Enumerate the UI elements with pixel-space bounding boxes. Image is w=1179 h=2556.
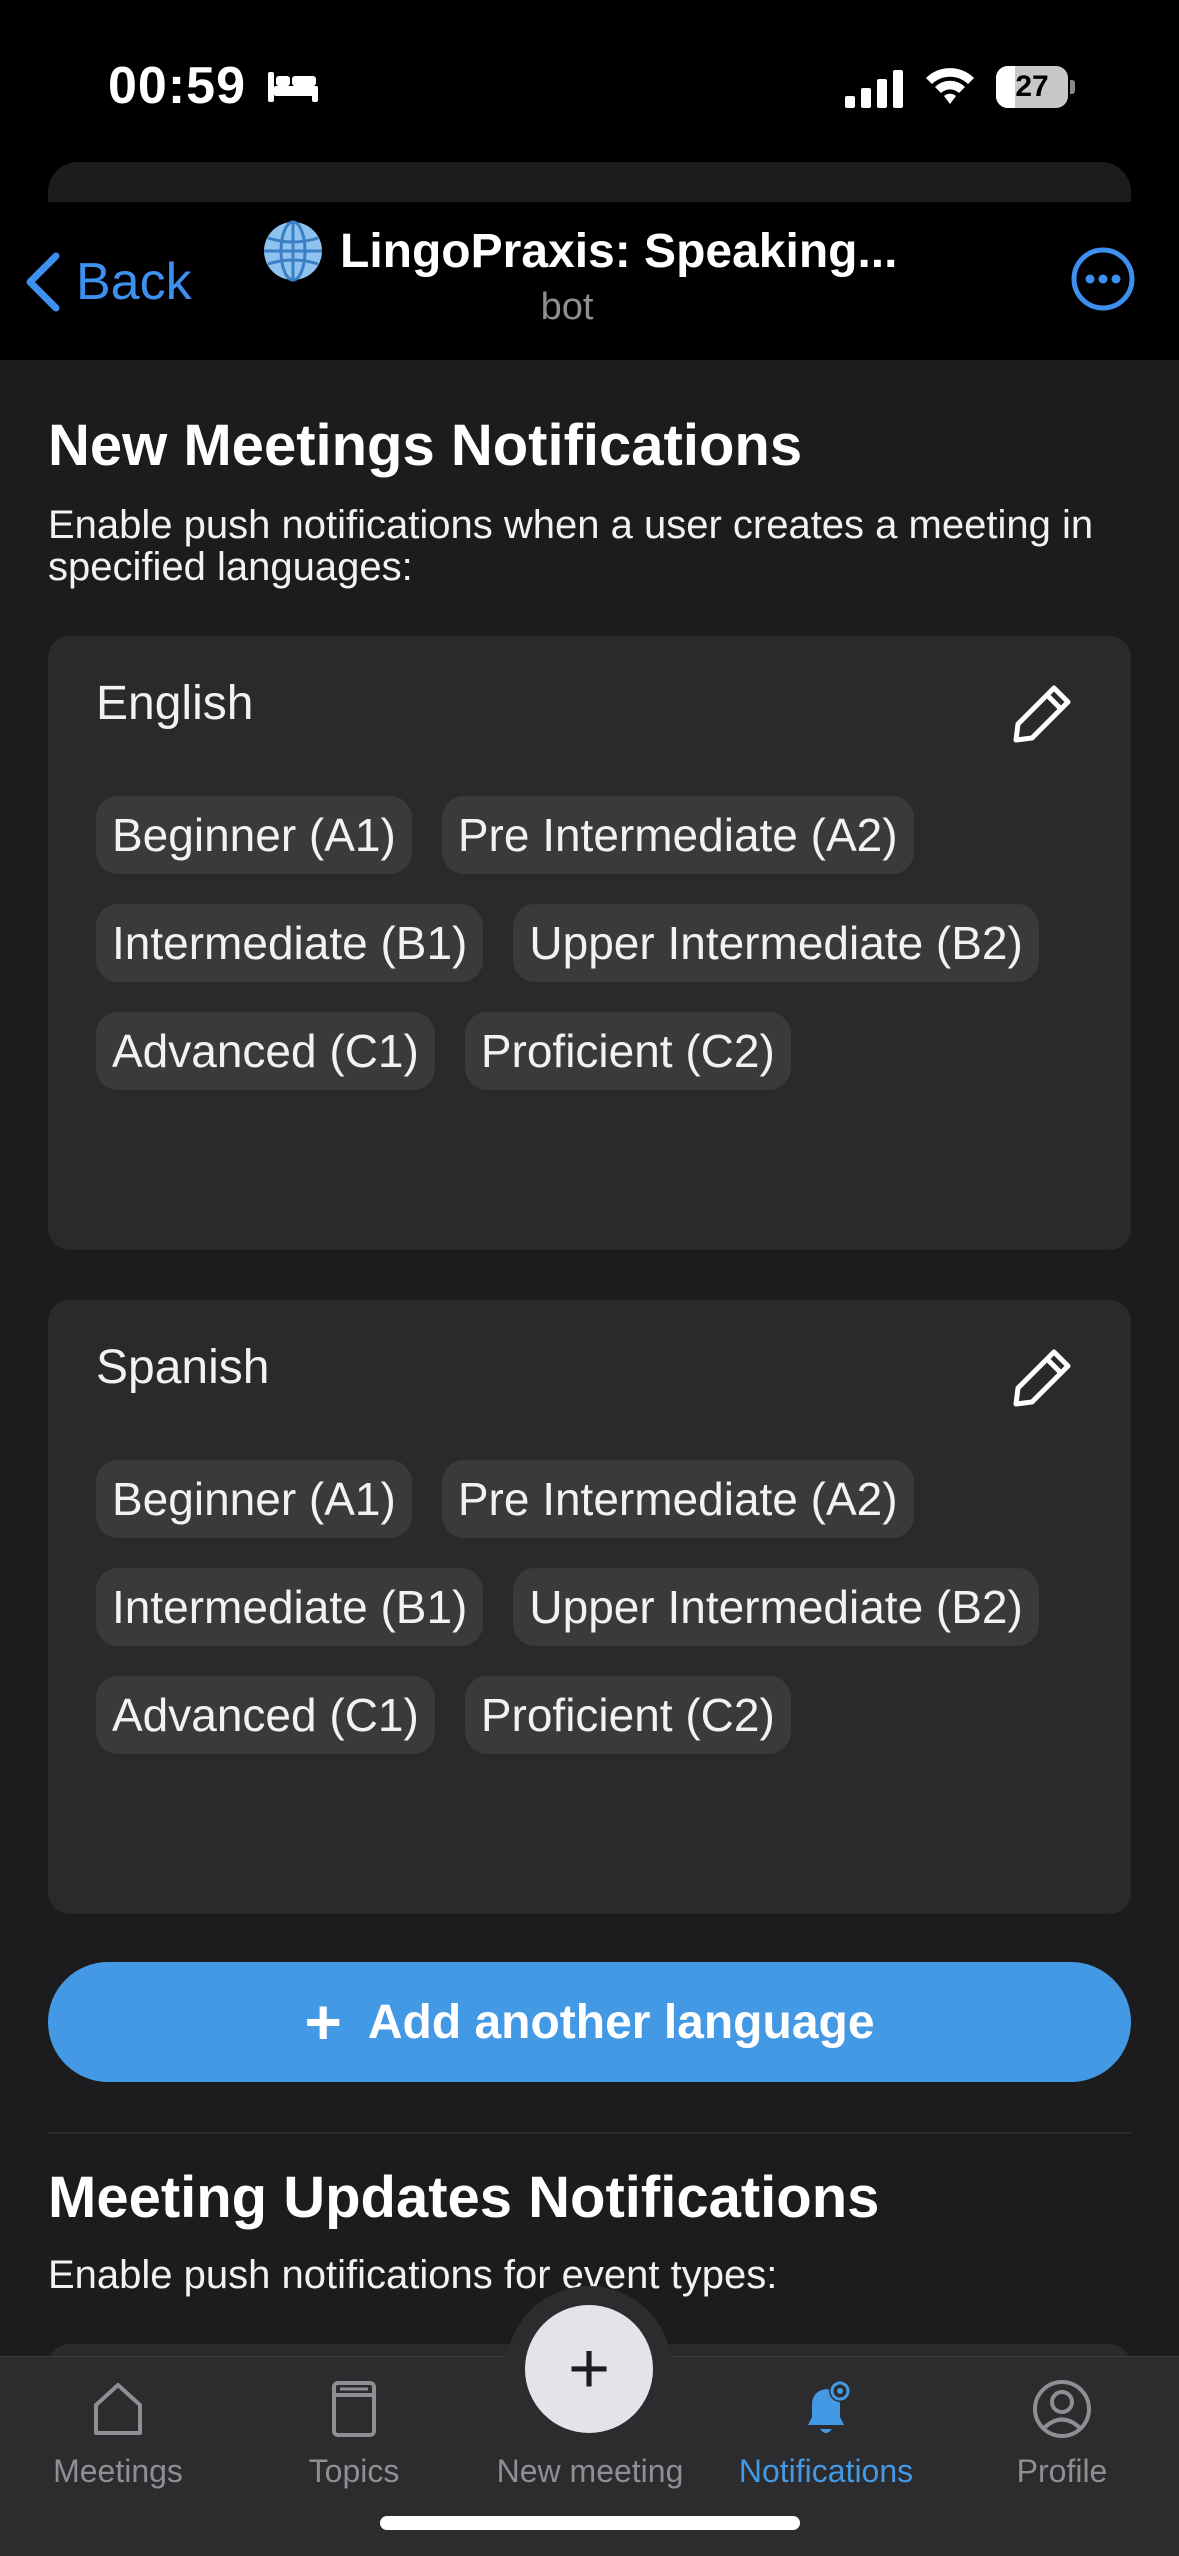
add-language-label: Add another language [367,1995,875,2049]
bot-subtitle: bot [540,286,594,328]
level-chip[interactable]: Proficient (C2) [464,1676,791,1754]
section-divider [48,2132,1131,2134]
level-chip[interactable]: Pre Intermediate (A2) [441,796,914,874]
section-description: Enable push notifications when a user cr… [48,503,1094,589]
plus-icon: + [304,1986,342,2058]
sheet-handle [48,162,1131,202]
tab-meetings[interactable]: Meetings [0,2377,236,2490]
bot-header: Back LingoPraxis: Speaking... bot [0,150,1179,360]
tab-label: Meetings [53,2453,183,2489]
level-chip[interactable]: Advanced (C1) [96,1676,435,1754]
battery-icon: 27 [996,66,1076,108]
level-chips: Beginner (A1) Pre Intermediate (A2) Inte… [96,796,1096,1090]
level-chip[interactable]: Intermediate (B1) [96,1568,484,1646]
cellular-signal-icon [845,70,903,108]
new-meeting-button[interactable]: + [525,2305,653,2433]
home-indicator [380,2516,800,2530]
book-icon [332,2381,376,2437]
level-chip[interactable]: Pre Intermediate (A2) [441,1460,914,1538]
bed-icon [268,72,318,102]
tab-label: Profile [1016,2453,1108,2489]
level-chip[interactable]: Intermediate (B1) [96,904,484,982]
bell-gear-icon [808,2380,851,2433]
level-chip[interactable]: Beginner (A1) [96,1460,412,1538]
level-chip[interactable]: Beginner (A1) [96,796,412,874]
status-time: 00:59 [108,57,246,115]
home-icon [94,2383,142,2435]
level-chip[interactable]: Upper Intermediate (B2) [513,1568,1039,1646]
tab-notifications[interactable]: Notifications [708,2377,944,2490]
pencil-icon[interactable] [1010,1344,1076,1410]
more-options-icon[interactable] [1070,246,1136,312]
chevron-left-icon [26,252,60,312]
level-chips: Beginner (A1) Pre Intermediate (A2) Inte… [96,1460,1096,1754]
level-chip[interactable]: Advanced (C1) [96,1012,435,1090]
app-screen: 00:59 27 Back LingoPraxis: Speaking... b… [0,0,1179,2556]
tab-profile[interactable]: Profile [944,2377,1179,2490]
status-bar: 00:59 27 [0,0,1179,170]
user-circle-icon [1033,2380,1091,2438]
add-language-button[interactable]: + Add another language [48,1962,1131,2082]
bot-title-block[interactable]: LingoPraxis: Speaking... bot [262,220,922,329]
pencil-icon[interactable] [1010,680,1076,746]
language-name: English [96,677,254,730]
level-chip[interactable]: Proficient (C2) [464,1012,791,1090]
section-title: Meeting Updates Notifications [48,2165,880,2230]
level-chip[interactable]: Upper Intermediate (B2) [513,904,1039,982]
wifi-icon [926,68,974,104]
plus-icon: + [567,2329,611,2409]
tab-topics[interactable]: Topics [236,2377,472,2490]
tab-label: New meeting [496,2453,684,2489]
section-title: New Meetings Notifications [48,413,803,478]
language-card-spanish: Spanish Beginner (A1) Pre Intermediate (… [48,1300,1131,1914]
language-name: Spanish [96,1341,270,1394]
bot-title: LingoPraxis: Speaking... [340,224,898,278]
back-label: Back [76,253,192,311]
globe-icon [264,220,322,282]
back-button[interactable]: Back [20,242,192,322]
tab-label: Topics [308,2453,400,2489]
battery-percentage: 27 [1015,70,1049,103]
language-card-english: English Beginner (A1) Pre Intermediate (… [48,636,1131,1250]
tab-label: Notifications [738,2453,914,2489]
